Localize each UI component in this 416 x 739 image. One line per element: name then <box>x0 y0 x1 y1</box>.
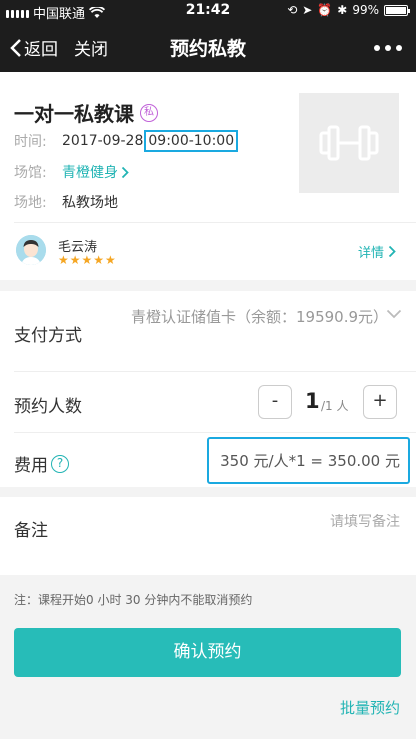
rotation-lock-icon: ⟲ <box>287 3 298 17</box>
divider <box>14 222 416 223</box>
course-time-range: 09:00-10:00 <box>144 130 239 152</box>
course-card: 一对一私教课 私 时间: 2017-09-28 09:00-10:00 场馆: … <box>0 72 416 280</box>
participant-count-value: 1 <box>305 389 320 413</box>
batch-booking-link[interactable]: 批量预约 <box>340 697 400 718</box>
detail-label: 详情 <box>357 246 384 261</box>
venue-label: 场馆: <box>14 165 47 181</box>
nav-bar: 返回 关闭 预约私教 <box>0 22 416 72</box>
coach-detail-link[interactable]: 详情 <box>358 242 396 261</box>
time-label: 时间: <box>14 134 47 150</box>
remark-section: 备注 <box>0 497 416 575</box>
chevron-down-icon[interactable] <box>386 309 402 319</box>
course-title-text: 一对一私教课 <box>14 102 134 126</box>
participant-count-label: 预约人数 <box>14 397 82 417</box>
course-time-row: 时间: 2017-09-28 09:00-10:00 <box>14 130 239 152</box>
participant-count-unit: /1 人 <box>321 399 349 413</box>
divider <box>14 371 416 372</box>
increase-count-button[interactable]: + <box>363 385 397 419</box>
remark-label: 备注 <box>14 521 48 541</box>
battery-icon <box>384 4 410 16</box>
course-thumbnail <box>299 93 399 193</box>
status-right: ⟲ ➤ ⏰ ✱ 99% <box>287 3 410 17</box>
place-label: 场地: <box>14 195 47 211</box>
back-label: 返回 <box>24 40 58 60</box>
chevron-right-icon <box>121 166 129 178</box>
coach-rating-stars: ★★★★★ <box>58 253 117 267</box>
alarm-icon: ⏰ <box>317 3 333 17</box>
booking-form: 支付方式 青橙认证储值卡（余额：19590.9元） 预约人数 - 1 /1 人 … <box>0 291 416 487</box>
payment-method-label: 支付方式 <box>14 326 82 346</box>
payment-method-select[interactable]: 青橙认证储值卡（余额：19590.9元） <box>131 304 388 331</box>
chevron-right-icon <box>388 245 396 258</box>
course-title: 一对一私教课 私 <box>14 98 158 127</box>
course-date: 2017-09-28 <box>62 133 144 149</box>
more-menu-button[interactable] <box>374 45 402 51</box>
chevron-left-icon <box>10 38 21 57</box>
course-place-row: 场地: 私教场地 <box>14 192 118 212</box>
back-button[interactable]: 返回 <box>10 35 58 60</box>
decrease-count-button[interactable]: - <box>258 385 292 419</box>
page-title: 预约私教 <box>169 38 246 60</box>
fee-label: 费用 ? <box>14 451 69 476</box>
course-venue-row: 场馆: 青橙健身 <box>14 162 129 182</box>
cancellation-note: 注：课程开始0 小时 30 分钟内不能取消预约 <box>14 593 253 607</box>
divider <box>14 432 416 433</box>
fee-label-text: 费用 <box>14 456 48 476</box>
bluetooth-icon: ✱ <box>337 3 348 17</box>
status-bar: 中国联通 21:42 ⟲ ➤ ⏰ ✱ 99% <box>0 0 416 22</box>
help-icon[interactable]: ? <box>51 454 69 473</box>
confirm-booking-button[interactable]: 确认预约 <box>14 628 401 677</box>
close-button[interactable]: 关闭 <box>74 35 108 60</box>
avatar-icon <box>16 235 46 265</box>
place-name: 私教场地 <box>62 195 118 211</box>
private-badge: 私 <box>140 103 158 122</box>
fee-value: 350 元/人*1 = 350.00 元 <box>207 437 410 484</box>
venue-name: 青橙健身 <box>62 165 118 181</box>
location-icon: ➤ <box>302 3 313 17</box>
remark-input[interactable] <box>200 514 400 530</box>
coach-avatar[interactable] <box>16 235 46 265</box>
venue-link[interactable]: 青橙健身 <box>62 162 129 182</box>
battery-percent: 99% <box>352 3 379 17</box>
dumbbell-icon <box>319 125 379 161</box>
